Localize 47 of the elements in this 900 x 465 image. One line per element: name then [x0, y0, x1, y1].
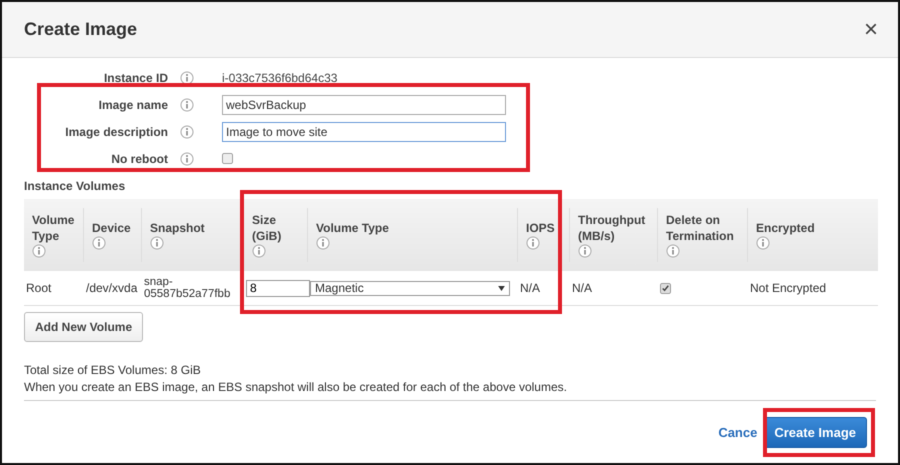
info-icon[interactable]: [150, 236, 164, 250]
column-header: Volume Type: [32, 212, 75, 244]
checkbox[interactable]: [222, 153, 233, 164]
field-label: Image name: [98, 98, 168, 112]
column-header: IOPS: [526, 220, 555, 236]
table-cell: Not Encrypted: [750, 281, 826, 295]
field-label: Image description: [64, 124, 168, 138]
info-icon[interactable]: [32, 244, 46, 258]
info-icon[interactable]: [756, 236, 770, 250]
table-cell: N/A: [520, 281, 540, 295]
section-title: Instance Volumes: [24, 179, 126, 193]
text-input[interactable]: Image to move site: [222, 122, 506, 142]
size-input[interactable]: 8: [246, 280, 310, 296]
cancel-link[interactable]: Cance: [718, 424, 758, 440]
field-label: No reboot: [110, 152, 168, 166]
summary-text: Total size of EBS Volumes: 8 GiB: [24, 362, 202, 379]
column-header: Size (GiB): [252, 212, 282, 244]
volume-type-select[interactable]: Magnetic: [310, 280, 510, 296]
column-header: Device: [92, 220, 131, 236]
column-header: Encrypted: [756, 220, 815, 236]
dialog-title: Create Image: [24, 19, 138, 40]
field-label: Instance ID: [102, 70, 168, 84]
add-volume-button[interactable]: Add New Volume: [24, 312, 144, 342]
info-icon[interactable]: [578, 244, 592, 258]
table-cell: /dev/xvda: [86, 281, 138, 295]
info-icon[interactable]: [180, 70, 194, 84]
info-icon[interactable]: [316, 236, 330, 250]
summary-text: When you create an EBS image, an EBS snapshot will also be created for each of the above volumes.: [24, 378, 568, 396]
caret-icon: [498, 286, 505, 290]
column-header: Delete on Termination: [666, 212, 735, 244]
table-cell: N/A: [572, 281, 592, 295]
info-icon[interactable]: [92, 236, 106, 250]
column-header: Volume Type: [316, 220, 389, 236]
checkbox[interactable]: [660, 282, 671, 294]
text-input[interactable]: webSvrBackup: [222, 94, 506, 114]
info-icon[interactable]: [180, 152, 194, 166]
table-cell-text: snap-05587b52a77fbb: [144, 276, 232, 300]
column-header: Snapshot: [150, 220, 205, 236]
close-button[interactable]: ×: [864, 18, 878, 42]
info-icon[interactable]: [666, 244, 680, 258]
column-header: Throughput (MB/s): [578, 212, 646, 244]
table-cell: Root: [26, 281, 52, 295]
info-icon[interactable]: [252, 244, 266, 258]
instance-id: i-033c7536f6bd64c33: [222, 70, 338, 84]
info-icon[interactable]: [180, 98, 194, 112]
info-icon[interactable]: [526, 236, 540, 250]
info-icon[interactable]: [180, 124, 194, 138]
